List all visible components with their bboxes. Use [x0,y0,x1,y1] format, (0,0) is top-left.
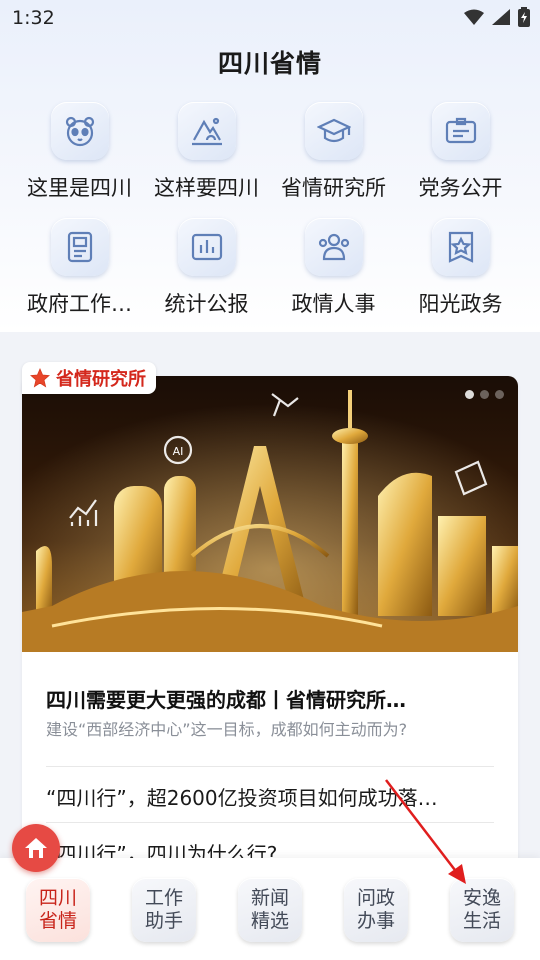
tab-label-line: 新闻 [250,887,289,909]
bottom-tab-bar: 四川 省情 工作 助手 新闻 精选 问政 办事 安逸 生活 [0,858,540,960]
mountain-icon [177,102,236,160]
home-floating-button[interactable] [12,824,60,872]
tab-label-line: 办事 [356,910,395,932]
featured-section: AI 四川需要更大更强的成都丨省情研究所… 建设“西部经济中心”这一目标，成都如… [0,340,540,876]
grid-label: 政情人事 [291,292,376,316]
grid-item-personnel[interactable]: 政情人事 [270,218,397,334]
tab-sichuan-info[interactable]: 四川 省情 [26,878,90,942]
page-title: 四川省情 [217,49,322,78]
graduation-cap-icon [304,102,363,160]
grid-item-sichuan-way[interactable]: 这样要四川 [143,102,270,218]
grid-item-party-affairs[interactable]: 党务公开 [397,102,524,218]
carousel-dot [465,390,474,399]
wifi-icon [464,9,484,25]
grid-item-research-institute[interactable]: 省情研究所 [270,102,397,218]
tab-label-line: 工作 [144,887,183,909]
news-item[interactable]: “四川行”，超2600亿投资项目如何成功落… [46,782,496,811]
category-tag-label: 省情研究所 [56,369,146,390]
tab-label-line: 助手 [144,910,183,932]
people-icon [304,218,363,276]
tab-label-line: 安逸 [462,887,501,909]
document-icon [50,218,109,276]
category-tag: 省情研究所 [22,362,156,394]
divider [46,822,494,823]
tab-label-line: 四川 [38,887,77,909]
cellular-signal-icon [492,9,510,25]
panda-icon [50,102,109,160]
bar-chart-icon [177,218,236,276]
tab-label-line: 问政 [356,887,395,909]
tab-news[interactable]: 新闻 精选 [238,878,302,942]
tab-work-assistant[interactable]: 工作 助手 [132,878,196,942]
tab-services[interactable]: 问政 办事 [344,878,408,942]
headline-subtitle[interactable]: 建设“西部经济中心”这一目标，成都如何主动而为? [46,716,496,740]
grid-label: 阳光政务 [418,292,503,316]
grid-label: 这里是四川 [27,176,132,200]
carousel-dot [495,390,504,399]
home-icon [25,838,47,858]
banner-image[interactable]: AI [22,376,518,652]
tab-label-line: 生活 [462,910,501,932]
tab-life[interactable]: 安逸 生活 [450,878,514,942]
grid-label: 省情研究所 [281,176,386,200]
svg-text:AI: AI [173,445,184,458]
tab-label-line: 省情 [38,910,77,932]
grid-item-government-work[interactable]: 政府工作… [16,218,143,334]
news-card: AI 四川需要更大更强的成都丨省情研究所… 建设“西部经济中心”这一目标，成都如… [22,376,518,876]
divider [46,766,494,767]
grid-item-here-is-sichuan[interactable]: 这里是四川 [16,102,143,218]
grid-label: 这样要四川 [154,176,259,200]
status-time: 1:32 [12,7,55,29]
grid-item-statistics[interactable]: 统计公报 [143,218,270,334]
headline[interactable]: 四川需要更大更强的成都丨省情研究所… [46,684,496,713]
grid-label: 统计公报 [164,292,249,316]
grid-label: 党务公开 [418,176,503,200]
star-icon [30,368,50,388]
grid-item-sunshine-affairs[interactable]: 阳光政务 [397,218,524,334]
battery-icon [518,7,530,27]
carousel-dot [480,390,489,399]
tab-label-line: 精选 [250,910,289,932]
shortcut-grid: 这里是四川 这样要四川 省情研究所 党务公开 政府工作… 统计公报 政情人事 阳… [16,102,524,334]
grid-label: 政府工作… [27,292,132,316]
status-bar: 1:32 [0,0,540,36]
star-badge-icon [431,218,490,276]
id-card-icon [431,102,490,160]
carousel-indicator [465,390,504,399]
